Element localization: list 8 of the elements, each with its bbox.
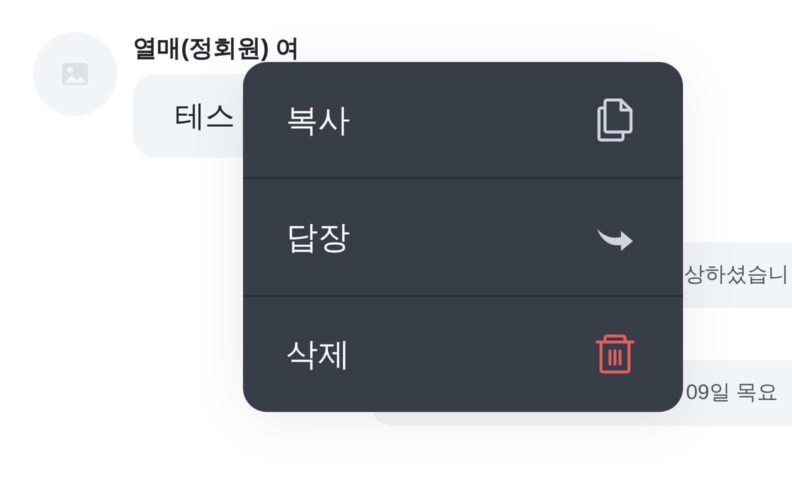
message-text: 상하셨습니 [684, 262, 789, 288]
copy-icon [595, 98, 635, 142]
trash-icon [595, 333, 635, 376]
menu-item[interactable]: 삭제 [243, 294, 683, 412]
image-icon [62, 63, 88, 85]
message-text: 09일 목요 [686, 380, 778, 406]
menu-item[interactable]: 답장 [243, 177, 683, 295]
sender-name: 열매(정회원) 여 [133, 34, 301, 64]
